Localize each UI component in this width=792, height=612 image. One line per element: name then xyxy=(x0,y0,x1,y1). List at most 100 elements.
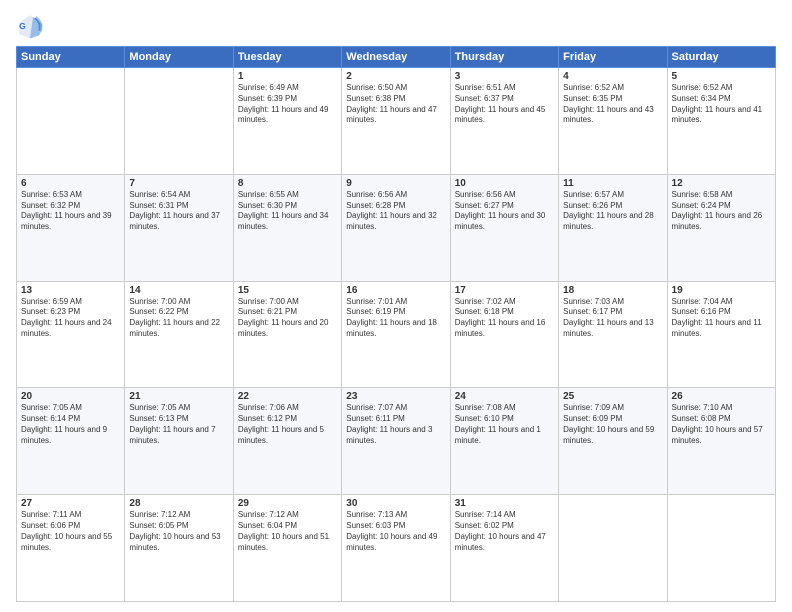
day-number: 25 xyxy=(563,391,662,402)
logo: G xyxy=(16,12,48,40)
day-number: 17 xyxy=(455,285,554,296)
weekday-header-wednesday: Wednesday xyxy=(342,47,450,68)
day-cell: 11Sunrise: 6:57 AMSunset: 6:26 PMDayligh… xyxy=(559,174,667,281)
day-cell: 22Sunrise: 7:06 AMSunset: 6:12 PMDayligh… xyxy=(233,388,341,495)
day-number: 6 xyxy=(21,178,120,189)
day-cell: 4Sunrise: 6:52 AMSunset: 6:35 PMDaylight… xyxy=(559,68,667,175)
day-number: 4 xyxy=(563,71,662,82)
day-info: Sunrise: 7:05 AMSunset: 6:14 PMDaylight:… xyxy=(21,403,120,446)
day-info: Sunrise: 7:01 AMSunset: 6:19 PMDaylight:… xyxy=(346,297,445,340)
day-cell: 29Sunrise: 7:12 AMSunset: 6:04 PMDayligh… xyxy=(233,495,341,602)
day-cell: 3Sunrise: 6:51 AMSunset: 6:37 PMDaylight… xyxy=(450,68,558,175)
day-cell: 12Sunrise: 6:58 AMSunset: 6:24 PMDayligh… xyxy=(667,174,775,281)
day-number: 27 xyxy=(21,498,120,509)
day-number: 28 xyxy=(129,498,228,509)
day-number: 7 xyxy=(129,178,228,189)
day-info: Sunrise: 6:51 AMSunset: 6:37 PMDaylight:… xyxy=(455,83,554,126)
day-number: 13 xyxy=(21,285,120,296)
weekday-header-row: SundayMondayTuesdayWednesdayThursdayFrid… xyxy=(17,47,776,68)
day-number: 24 xyxy=(455,391,554,402)
weekday-header-sunday: Sunday xyxy=(17,47,125,68)
day-cell: 15Sunrise: 7:00 AMSunset: 6:21 PMDayligh… xyxy=(233,281,341,388)
day-info: Sunrise: 6:58 AMSunset: 6:24 PMDaylight:… xyxy=(672,190,771,233)
day-cell xyxy=(17,68,125,175)
week-row-5: 27Sunrise: 7:11 AMSunset: 6:06 PMDayligh… xyxy=(17,495,776,602)
weekday-header-tuesday: Tuesday xyxy=(233,47,341,68)
day-info: Sunrise: 7:05 AMSunset: 6:13 PMDaylight:… xyxy=(129,403,228,446)
day-cell: 20Sunrise: 7:05 AMSunset: 6:14 PMDayligh… xyxy=(17,388,125,495)
day-number: 2 xyxy=(346,71,445,82)
day-info: Sunrise: 7:07 AMSunset: 6:11 PMDaylight:… xyxy=(346,403,445,446)
day-info: Sunrise: 6:50 AMSunset: 6:38 PMDaylight:… xyxy=(346,83,445,126)
day-cell: 17Sunrise: 7:02 AMSunset: 6:18 PMDayligh… xyxy=(450,281,558,388)
day-cell: 1Sunrise: 6:49 AMSunset: 6:39 PMDaylight… xyxy=(233,68,341,175)
day-number: 15 xyxy=(238,285,337,296)
day-cell: 5Sunrise: 6:52 AMSunset: 6:34 PMDaylight… xyxy=(667,68,775,175)
day-cell: 19Sunrise: 7:04 AMSunset: 6:16 PMDayligh… xyxy=(667,281,775,388)
day-cell: 16Sunrise: 7:01 AMSunset: 6:19 PMDayligh… xyxy=(342,281,450,388)
day-number: 8 xyxy=(238,178,337,189)
day-info: Sunrise: 7:12 AMSunset: 6:05 PMDaylight:… xyxy=(129,510,228,553)
week-row-2: 6Sunrise: 6:53 AMSunset: 6:32 PMDaylight… xyxy=(17,174,776,281)
weekday-header-saturday: Saturday xyxy=(667,47,775,68)
svg-text:G: G xyxy=(19,21,26,31)
day-info: Sunrise: 7:13 AMSunset: 6:03 PMDaylight:… xyxy=(346,510,445,553)
weekday-header-monday: Monday xyxy=(125,47,233,68)
day-info: Sunrise: 7:14 AMSunset: 6:02 PMDaylight:… xyxy=(455,510,554,553)
day-info: Sunrise: 6:49 AMSunset: 6:39 PMDaylight:… xyxy=(238,83,337,126)
weekday-header-friday: Friday xyxy=(559,47,667,68)
day-info: Sunrise: 7:06 AMSunset: 6:12 PMDaylight:… xyxy=(238,403,337,446)
day-info: Sunrise: 6:57 AMSunset: 6:26 PMDaylight:… xyxy=(563,190,662,233)
day-cell: 23Sunrise: 7:07 AMSunset: 6:11 PMDayligh… xyxy=(342,388,450,495)
day-info: Sunrise: 6:59 AMSunset: 6:23 PMDaylight:… xyxy=(21,297,120,340)
day-cell: 13Sunrise: 6:59 AMSunset: 6:23 PMDayligh… xyxy=(17,281,125,388)
day-cell xyxy=(667,495,775,602)
day-number: 10 xyxy=(455,178,554,189)
day-cell: 27Sunrise: 7:11 AMSunset: 6:06 PMDayligh… xyxy=(17,495,125,602)
day-cell: 30Sunrise: 7:13 AMSunset: 6:03 PMDayligh… xyxy=(342,495,450,602)
day-info: Sunrise: 7:00 AMSunset: 6:21 PMDaylight:… xyxy=(238,297,337,340)
day-cell: 9Sunrise: 6:56 AMSunset: 6:28 PMDaylight… xyxy=(342,174,450,281)
day-number: 9 xyxy=(346,178,445,189)
day-cell: 31Sunrise: 7:14 AMSunset: 6:02 PMDayligh… xyxy=(450,495,558,602)
day-cell: 2Sunrise: 6:50 AMSunset: 6:38 PMDaylight… xyxy=(342,68,450,175)
day-number: 11 xyxy=(563,178,662,189)
day-number: 29 xyxy=(238,498,337,509)
calendar-table: SundayMondayTuesdayWednesdayThursdayFrid… xyxy=(16,46,776,602)
day-number: 30 xyxy=(346,498,445,509)
day-info: Sunrise: 6:55 AMSunset: 6:30 PMDaylight:… xyxy=(238,190,337,233)
calendar-page: G SundayMondayTuesdayWednesdayThursdayFr… xyxy=(0,0,792,612)
day-number: 1 xyxy=(238,71,337,82)
day-cell: 14Sunrise: 7:00 AMSunset: 6:22 PMDayligh… xyxy=(125,281,233,388)
day-number: 14 xyxy=(129,285,228,296)
day-info: Sunrise: 7:09 AMSunset: 6:09 PMDaylight:… xyxy=(563,403,662,446)
day-cell: 6Sunrise: 6:53 AMSunset: 6:32 PMDaylight… xyxy=(17,174,125,281)
day-info: Sunrise: 7:10 AMSunset: 6:08 PMDaylight:… xyxy=(672,403,771,446)
day-number: 21 xyxy=(129,391,228,402)
day-cell: 21Sunrise: 7:05 AMSunset: 6:13 PMDayligh… xyxy=(125,388,233,495)
day-info: Sunrise: 7:04 AMSunset: 6:16 PMDaylight:… xyxy=(672,297,771,340)
week-row-1: 1Sunrise: 6:49 AMSunset: 6:39 PMDaylight… xyxy=(17,68,776,175)
day-cell: 8Sunrise: 6:55 AMSunset: 6:30 PMDaylight… xyxy=(233,174,341,281)
day-number: 12 xyxy=(672,178,771,189)
day-info: Sunrise: 7:08 AMSunset: 6:10 PMDaylight:… xyxy=(455,403,554,446)
logo-icon: G xyxy=(16,12,44,40)
day-info: Sunrise: 7:00 AMSunset: 6:22 PMDaylight:… xyxy=(129,297,228,340)
day-cell: 28Sunrise: 7:12 AMSunset: 6:05 PMDayligh… xyxy=(125,495,233,602)
day-number: 19 xyxy=(672,285,771,296)
day-number: 31 xyxy=(455,498,554,509)
week-row-3: 13Sunrise: 6:59 AMSunset: 6:23 PMDayligh… xyxy=(17,281,776,388)
day-info: Sunrise: 7:03 AMSunset: 6:17 PMDaylight:… xyxy=(563,297,662,340)
weekday-header-thursday: Thursday xyxy=(450,47,558,68)
day-info: Sunrise: 6:56 AMSunset: 6:27 PMDaylight:… xyxy=(455,190,554,233)
day-cell: 26Sunrise: 7:10 AMSunset: 6:08 PMDayligh… xyxy=(667,388,775,495)
day-number: 18 xyxy=(563,285,662,296)
day-info: Sunrise: 6:53 AMSunset: 6:32 PMDaylight:… xyxy=(21,190,120,233)
day-info: Sunrise: 7:11 AMSunset: 6:06 PMDaylight:… xyxy=(21,510,120,553)
day-cell: 24Sunrise: 7:08 AMSunset: 6:10 PMDayligh… xyxy=(450,388,558,495)
day-cell: 25Sunrise: 7:09 AMSunset: 6:09 PMDayligh… xyxy=(559,388,667,495)
day-info: Sunrise: 6:54 AMSunset: 6:31 PMDaylight:… xyxy=(129,190,228,233)
day-number: 22 xyxy=(238,391,337,402)
header: G xyxy=(16,12,776,40)
day-info: Sunrise: 6:56 AMSunset: 6:28 PMDaylight:… xyxy=(346,190,445,233)
